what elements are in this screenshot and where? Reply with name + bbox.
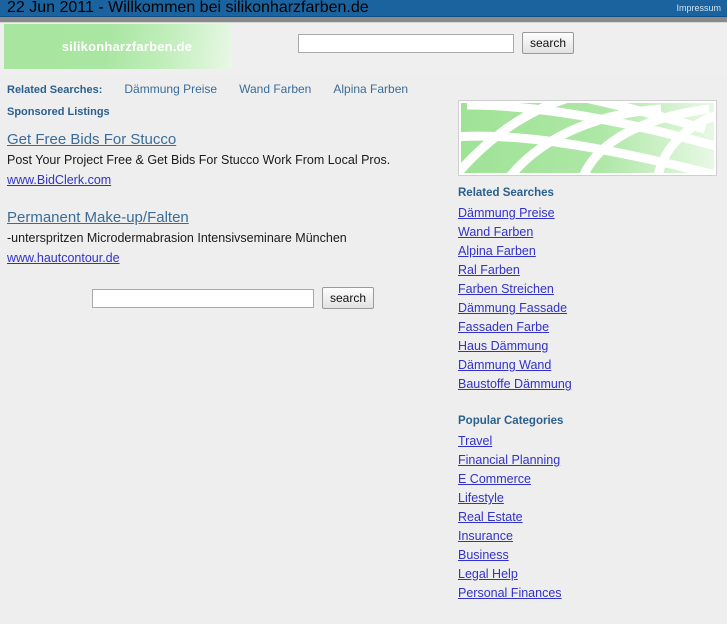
list-item: Dämmung Fassade	[458, 299, 720, 317]
sidebar-related-link-3[interactable]: Ral Farben	[458, 262, 520, 279]
sidebar-related-link-0[interactable]: Dämmung Preise	[458, 205, 555, 222]
ad-url-link[interactable]: www.BidClerk.com	[7, 173, 111, 187]
sidebar-related-link-5[interactable]: Dämmung Fassade	[458, 300, 567, 317]
list-item: Dämmung Preise	[458, 204, 720, 222]
sidebar-related-link-9[interactable]: Baustoffe Dämmung	[458, 376, 572, 393]
popular-category-link-5[interactable]: Insurance	[458, 528, 513, 545]
list-item: Wand Farben	[458, 223, 720, 241]
search-button[interactable]: search	[522, 32, 575, 54]
sidebar-related-searches-list: Dämmung Preise Wand Farben Alpina Farben…	[458, 204, 720, 393]
impressum-link[interactable]: Impressum	[676, 3, 721, 13]
list-item: Fassaden Farbe	[458, 318, 720, 336]
list-item: Dämmung Wand	[458, 356, 720, 374]
ad-description: Post Your Project Free & Get Bids For St…	[7, 153, 391, 167]
sponsored-ad: Permanent Make-up/Falten -unterspritzen …	[7, 209, 447, 267]
list-item: Baustoffe Dämmung	[458, 375, 720, 393]
popular-category-link-6[interactable]: Business	[458, 547, 509, 564]
popular-category-link-2[interactable]: E Commerce	[458, 471, 531, 488]
popular-category-link-3[interactable]: Lifestyle	[458, 490, 504, 507]
ad-title-link[interactable]: Permanent Make-up/Falten	[7, 209, 189, 226]
globe-icon	[461, 103, 714, 173]
sidebar-related-link-4[interactable]: Farben Streichen	[458, 281, 554, 298]
popular-category-link-4[interactable]: Real Estate	[458, 509, 523, 526]
related-searches-bar: Related Searches: Dämmung Preise Wand Fa…	[7, 82, 408, 96]
list-item: Alpina Farben	[458, 242, 720, 260]
list-item: Lifestyle	[458, 489, 720, 507]
list-item: Travel	[458, 432, 720, 450]
sponsored-ad: Get Free Bids For Stucco Post Your Proje…	[7, 131, 447, 189]
list-item: Farben Streichen	[458, 280, 720, 298]
sidebar-related-link-2[interactable]: Alpina Farben	[458, 243, 536, 260]
sponsored-listings-column: Sponsored Listings Get Free Bids For Stu…	[7, 106, 447, 309]
site-logo[interactable]: silikonharzfarben.de	[4, 24, 232, 69]
site-logo-text: silikonharzfarben.de	[61, 39, 193, 54]
sponsored-listings-label: Sponsored Listings	[7, 106, 110, 118]
popular-category-link-1[interactable]: Financial Planning	[458, 452, 560, 469]
popular-category-link-8[interactable]: Personal Finances	[458, 585, 562, 602]
list-item: Legal Help	[458, 565, 720, 583]
sidebar-related-link-8[interactable]: Dämmung Wand	[458, 357, 551, 374]
related-search-link-0[interactable]: Dämmung Preise	[124, 82, 217, 96]
ad-url-link[interactable]: www.hautcontour.de	[7, 251, 120, 265]
search-input[interactable]	[298, 33, 514, 53]
related-searches-label: Related Searches:	[7, 84, 103, 96]
sidebar-related-link-7[interactable]: Haus Dämmung	[458, 338, 548, 355]
list-item: Financial Planning	[458, 451, 720, 469]
list-item: Real Estate	[458, 508, 720, 526]
list-item: Insurance	[458, 527, 720, 545]
secondary-search-input[interactable]	[92, 288, 314, 308]
sidebar-related-link-6[interactable]: Fassaden Farbe	[458, 319, 549, 336]
related-search-link-2[interactable]: Alpina Farben	[333, 82, 408, 96]
list-item: Ral Farben	[458, 261, 720, 279]
ad-title-link[interactable]: Get Free Bids For Stucco	[7, 131, 176, 148]
globe-grid-banner	[458, 100, 717, 176]
popular-category-link-7[interactable]: Legal Help	[458, 566, 518, 583]
list-item: E Commerce	[458, 470, 720, 488]
site-header: silikonharzfarben.de search	[0, 23, 727, 76]
popular-categories-heading: Popular Categories	[458, 415, 564, 427]
list-item: Personal Finances	[458, 584, 720, 602]
related-search-link-1[interactable]: Wand Farben	[239, 82, 311, 96]
top-status-bar: 22 Jun 2011 - Willkommen bei silikonharz…	[0, 0, 727, 17]
secondary-search-form: search	[92, 287, 447, 309]
ad-description: -unterspritzen Microdermabrasion Intensi…	[7, 231, 347, 245]
popular-categories-list: Travel Financial Planning E Commerce Lif…	[458, 432, 720, 602]
secondary-search-button[interactable]: search	[322, 287, 375, 309]
list-item: Business	[458, 546, 720, 564]
sidebar-related-searches-heading: Related Searches	[458, 187, 554, 199]
sidebar: Related Searches Dämmung Preise Wand Far…	[458, 100, 720, 624]
popular-category-link-0[interactable]: Travel	[458, 433, 492, 450]
list-item: Haus Dämmung	[458, 337, 720, 355]
header-search-form: search	[298, 32, 575, 54]
page-title: 22 Jun 2011 - Willkommen bei silikonharz…	[7, 0, 369, 16]
sidebar-related-link-1[interactable]: Wand Farben	[458, 224, 533, 241]
